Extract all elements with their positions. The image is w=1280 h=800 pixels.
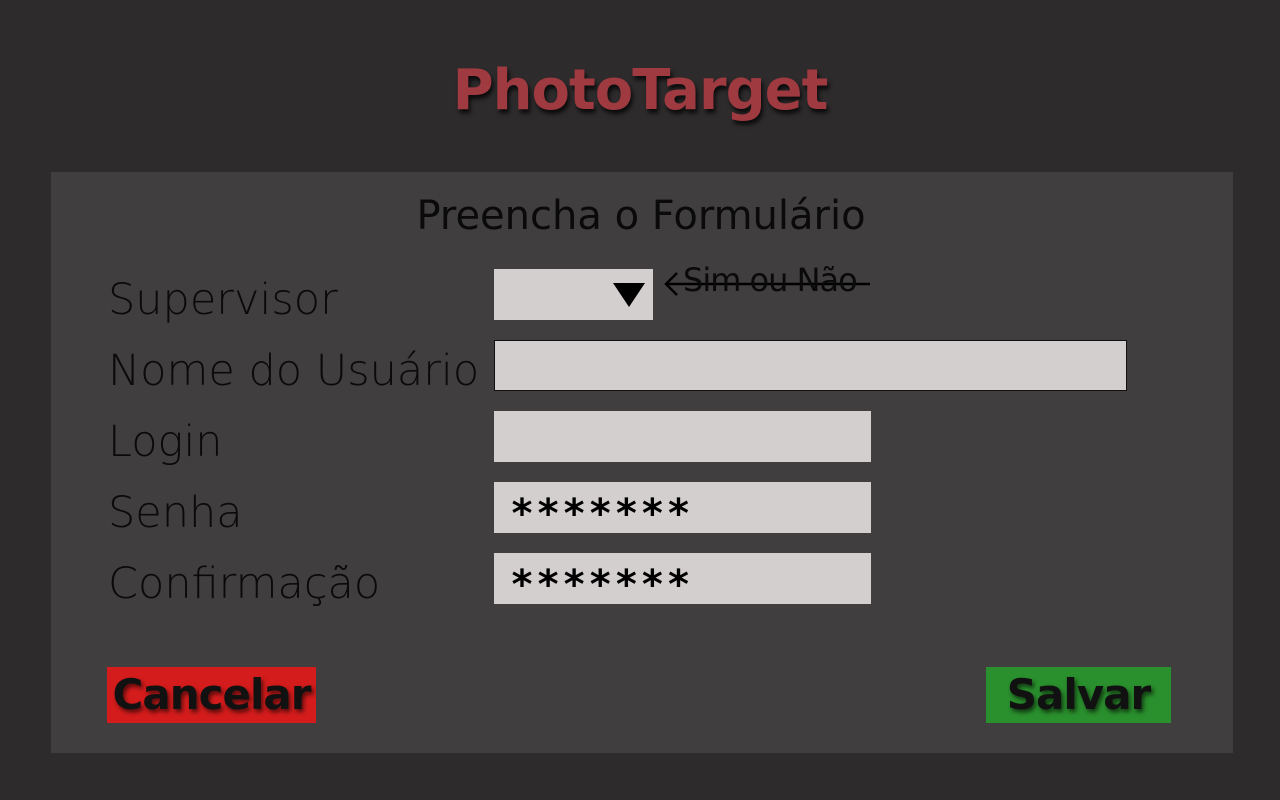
username-label: Nome do Usuário <box>108 346 480 396</box>
password-input[interactable]: ******* <box>494 482 871 537</box>
confirm-password-input[interactable]: ******* <box>494 553 871 608</box>
password-label: Senha <box>108 488 243 538</box>
confirm-value: ******* <box>510 562 693 608</box>
form-panel: Preencha o Formulário Supervisor Sim ou … <box>51 172 1233 753</box>
login-input[interactable] <box>494 411 871 462</box>
supervisor-label: Supervisor <box>108 275 338 325</box>
supervisor-select[interactable] <box>494 269 653 320</box>
cancel-button[interactable]: Cancelar <box>107 667 316 723</box>
username-input[interactable] <box>494 340 1127 391</box>
confirm-label: Confirmação <box>108 559 381 609</box>
supervisor-hint: Sim ou Não <box>663 259 873 303</box>
save-button[interactable]: Salvar <box>986 667 1171 723</box>
triangle-down-icon[interactable] <box>613 283 645 307</box>
login-label: Login <box>108 417 223 467</box>
password-value: ******* <box>510 491 693 537</box>
app-title: PhotoTarget <box>452 58 829 123</box>
supervisor-hint-text: Sim ou Não <box>683 261 858 299</box>
form-title: Preencha o Formulário <box>416 193 866 239</box>
